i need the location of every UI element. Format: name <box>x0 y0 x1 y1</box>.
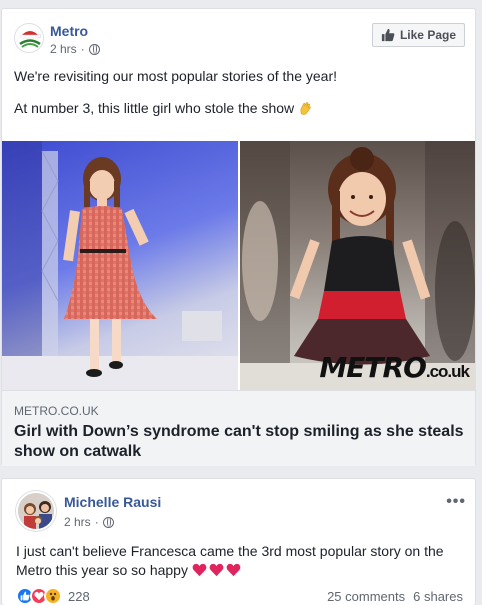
red-hearts-emoji-icon <box>192 563 241 577</box>
reaction-icons <box>16 587 62 605</box>
globe-icon[interactable] <box>88 43 100 55</box>
comment-meta: 2 hrs · <box>64 515 114 529</box>
more-options-button[interactable]: ••• <box>446 493 466 511</box>
metro-page-avatar[interactable] <box>14 23 44 53</box>
clapping-hands-emoji-icon <box>300 101 311 115</box>
metro-logo-icon <box>16 25 43 52</box>
post-image[interactable]: METRO.co.uk <box>2 141 475 390</box>
comments-count-link[interactable]: 25 comments <box>327 589 405 604</box>
shared-post-card: Michelle Rausi 2 hrs · ••• I just can't … <box>1 478 476 605</box>
comment-author-name[interactable]: Michelle Rausi <box>64 494 161 510</box>
family-photo-avatar-icon <box>18 493 54 529</box>
dot-separator: · <box>94 515 99 529</box>
dot-separator: · <box>80 42 85 56</box>
post-meta: 2 hrs · <box>50 42 100 56</box>
post-timestamp[interactable]: 2 hrs <box>50 42 77 56</box>
link-title[interactable]: Girl with Down’s syndrome can't stop smi… <box>14 422 469 462</box>
reactions-summary[interactable]: 228 <box>16 587 90 605</box>
link-preview[interactable]: METRO.CO.UK Girl with Down’s syndrome ca… <box>2 390 475 466</box>
like-page-label: Like Page <box>399 28 456 42</box>
page-name-link[interactable]: Metro <box>50 23 88 39</box>
engagement-counts: 25 comments 6 shares <box>327 589 463 604</box>
thumbs-up-icon <box>381 28 395 42</box>
wow-reaction-icon <box>44 587 62 605</box>
comment-timestamp[interactable]: 2 hrs <box>64 515 91 529</box>
catwalk-photo-left <box>2 141 238 390</box>
shares-count-link[interactable]: 6 shares <box>413 589 463 604</box>
metro-watermark-logo: METRO.co.uk <box>319 351 470 384</box>
reaction-count: 228 <box>68 588 90 604</box>
globe-icon[interactable] <box>102 516 114 528</box>
post-text-line2-label: At number 3, this little girl who stole … <box>14 100 295 116</box>
post-text-line1: We're revisiting our most popular storie… <box>14 68 337 84</box>
like-page-button[interactable]: Like Page <box>371 23 465 47</box>
catwalk-photo-right: METRO.co.uk <box>240 141 475 390</box>
link-domain: METRO.CO.UK <box>14 404 99 418</box>
runway-girl-pink-dress-illustration <box>2 141 238 390</box>
comment-text: I just can't believe Francesca came the … <box>16 542 466 580</box>
post-card: Metro 2 hrs · Like Page We're revisiting… <box>1 8 476 466</box>
user-avatar[interactable] <box>16 491 56 531</box>
post-text-line2: At number 3, this little girl who stole … <box>14 100 313 116</box>
